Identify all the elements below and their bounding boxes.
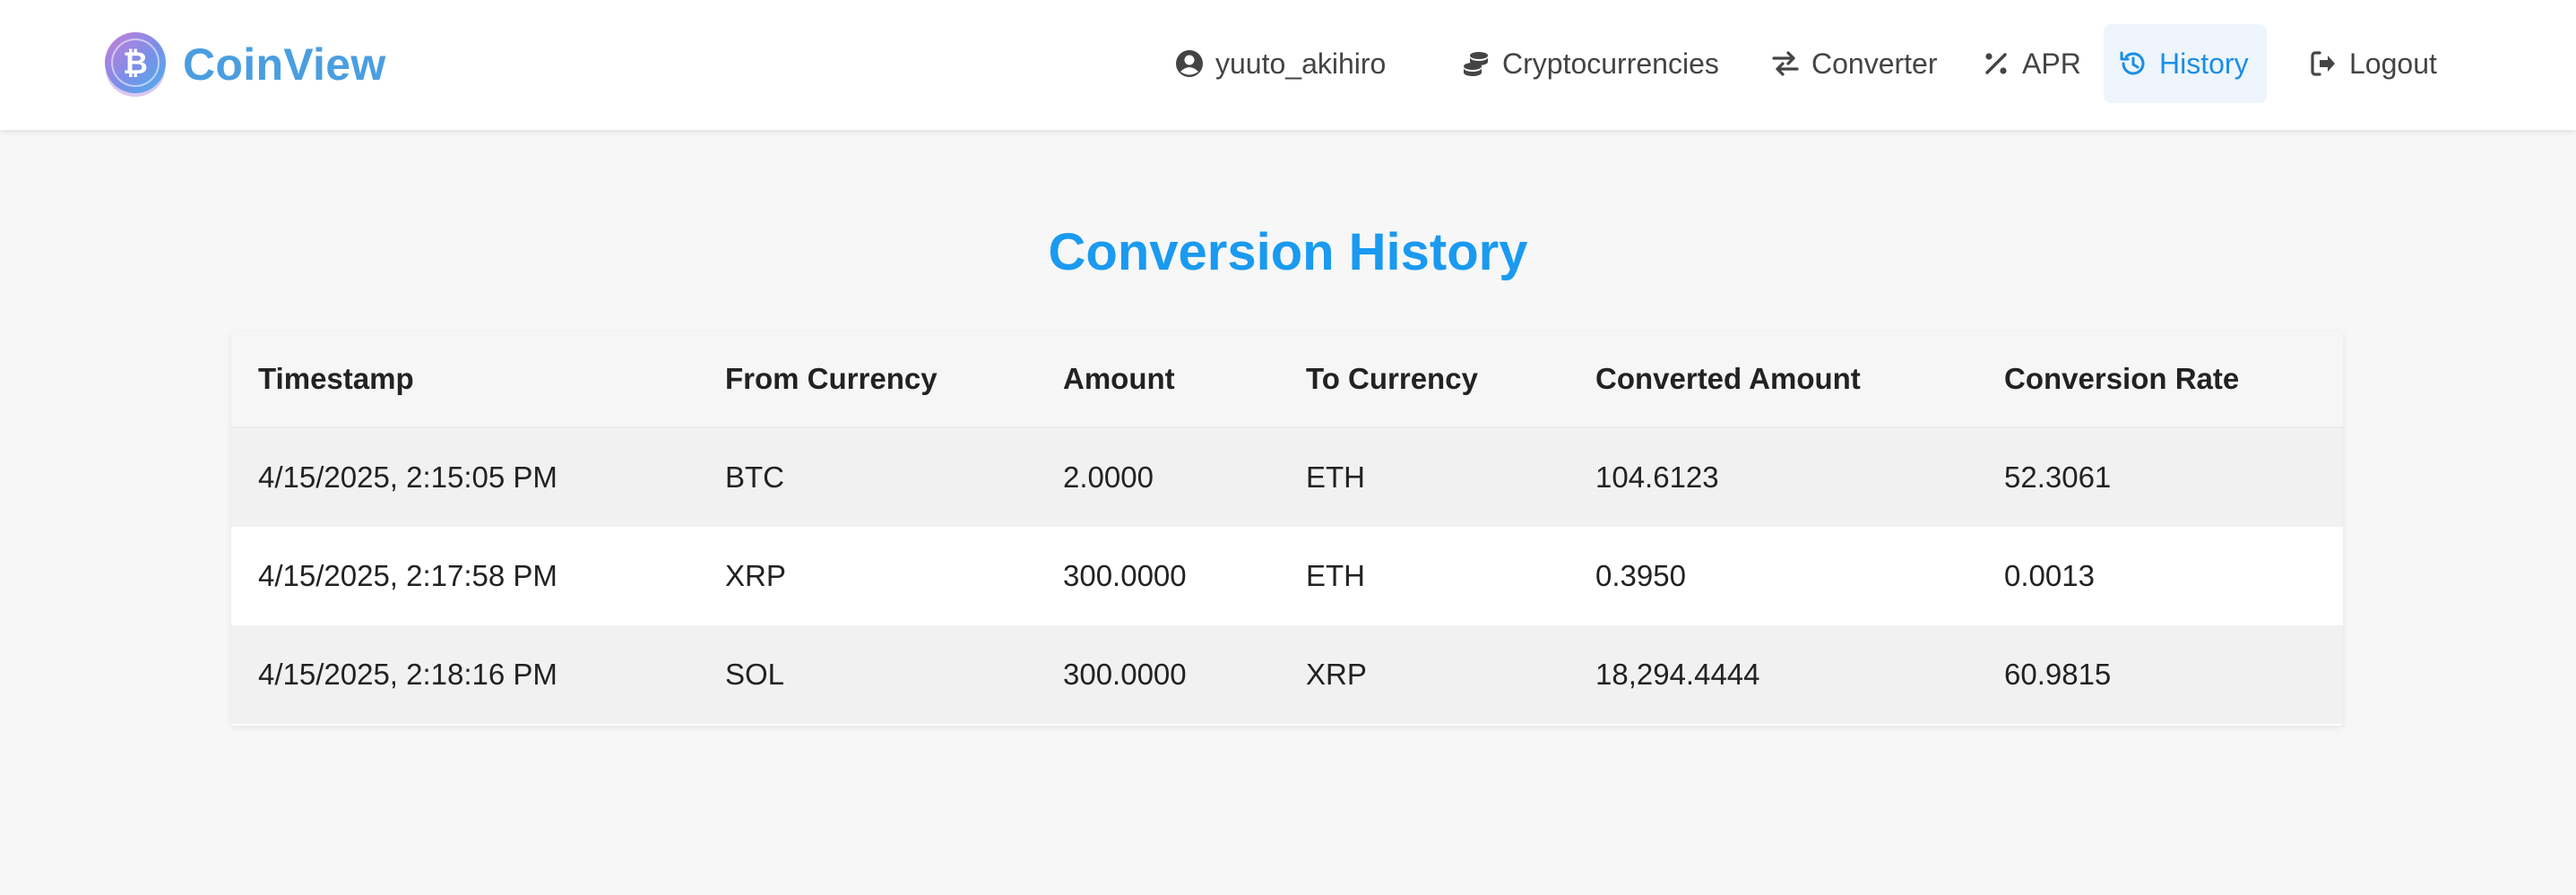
column-header-conversion-rate: Conversion Rate bbox=[2004, 362, 2240, 395]
cell-amount: 300.0000 bbox=[1063, 658, 1187, 691]
nav-item-cryptocurrencies[interactable]: Cryptocurrencies bbox=[1461, 24, 1719, 103]
cell-converted-amount: 0.3950 bbox=[1595, 559, 1686, 592]
page-title: Conversion History bbox=[1048, 223, 1528, 281]
cell-conversion-rate: 52.3061 bbox=[2004, 460, 2112, 494]
nav-item-logout[interactable]: Logout bbox=[2308, 24, 2437, 103]
cell-timestamp: 4/15/2025, 2:15:05 PM bbox=[258, 460, 558, 494]
cell-amount: 300.0000 bbox=[1063, 559, 1187, 592]
column-header-converted-amount: Converted Amount bbox=[1595, 362, 1861, 395]
cell-conversion-rate: 60.9815 bbox=[2004, 658, 2112, 691]
cell-conversion-rate: 0.0013 bbox=[2004, 559, 2095, 592]
main-nav: yuuto_akihiro Cryptocurrencies Converter… bbox=[0, 24, 2576, 103]
user-circle-icon bbox=[1174, 48, 1205, 79]
cell-to-currency: XRP bbox=[1306, 658, 1367, 691]
nav-item-label: Logout bbox=[2349, 47, 2437, 80]
nav-item-label: APR bbox=[2022, 47, 2081, 80]
nav-user-profile[interactable]: yuuto_akihiro bbox=[1174, 24, 1386, 103]
column-header-from-currency: From Currency bbox=[725, 362, 938, 395]
nav-item-converter[interactable]: Converter bbox=[1770, 24, 1938, 103]
cell-from-currency: XRP bbox=[725, 559, 786, 592]
column-header-amount: Amount bbox=[1063, 362, 1175, 395]
coins-icon bbox=[1461, 48, 1491, 79]
column-header-timestamp: Timestamp bbox=[258, 362, 414, 395]
nav-item-apr[interactable]: APR bbox=[1981, 24, 2081, 103]
nav-item-label: Cryptocurrencies bbox=[1502, 47, 1719, 80]
nav-item-history[interactable]: History bbox=[2104, 24, 2267, 103]
cell-from-currency: BTC bbox=[725, 460, 784, 494]
logout-icon bbox=[2308, 48, 2338, 79]
percent-icon bbox=[1981, 48, 2011, 79]
top-navbar: ₿ CoinView yuuto_akihiro Cryptocurrencie… bbox=[0, 0, 2576, 130]
cell-converted-amount: 104.6123 bbox=[1595, 460, 1719, 494]
cell-amount: 2.0000 bbox=[1063, 460, 1154, 494]
history-icon bbox=[2118, 48, 2148, 79]
nav-item-label: History bbox=[2159, 47, 2249, 80]
cell-from-currency: SOL bbox=[725, 658, 785, 691]
nav-item-label: Converter bbox=[1811, 47, 1938, 80]
table-row: 4/15/2025, 2:17:58 PM XRP 300.0000 ETH 0… bbox=[231, 527, 2343, 625]
column-header-to-currency: To Currency bbox=[1306, 362, 1478, 395]
table-row: 4/15/2025, 2:18:16 PM SOL 300.0000 XRP 1… bbox=[231, 625, 2343, 724]
swap-arrows-icon bbox=[1770, 48, 1801, 79]
table-row: 4/15/2025, 2:15:05 PM BTC 2.0000 ETH 104… bbox=[231, 428, 2343, 527]
cell-to-currency: ETH bbox=[1306, 460, 1365, 494]
cell-converted-amount: 18,294.4444 bbox=[1595, 658, 1760, 691]
cell-to-currency: ETH bbox=[1306, 559, 1365, 592]
table-header-row: Timestamp From Currency Amount To Curren… bbox=[231, 331, 2343, 428]
cell-timestamp: 4/15/2025, 2:18:16 PM bbox=[258, 658, 558, 691]
nav-user-label: yuuto_akihiro bbox=[1215, 47, 1387, 80]
conversion-history-table: Timestamp From Currency Amount To Curren… bbox=[231, 331, 2343, 726]
cell-timestamp: 4/15/2025, 2:17:58 PM bbox=[258, 559, 558, 592]
